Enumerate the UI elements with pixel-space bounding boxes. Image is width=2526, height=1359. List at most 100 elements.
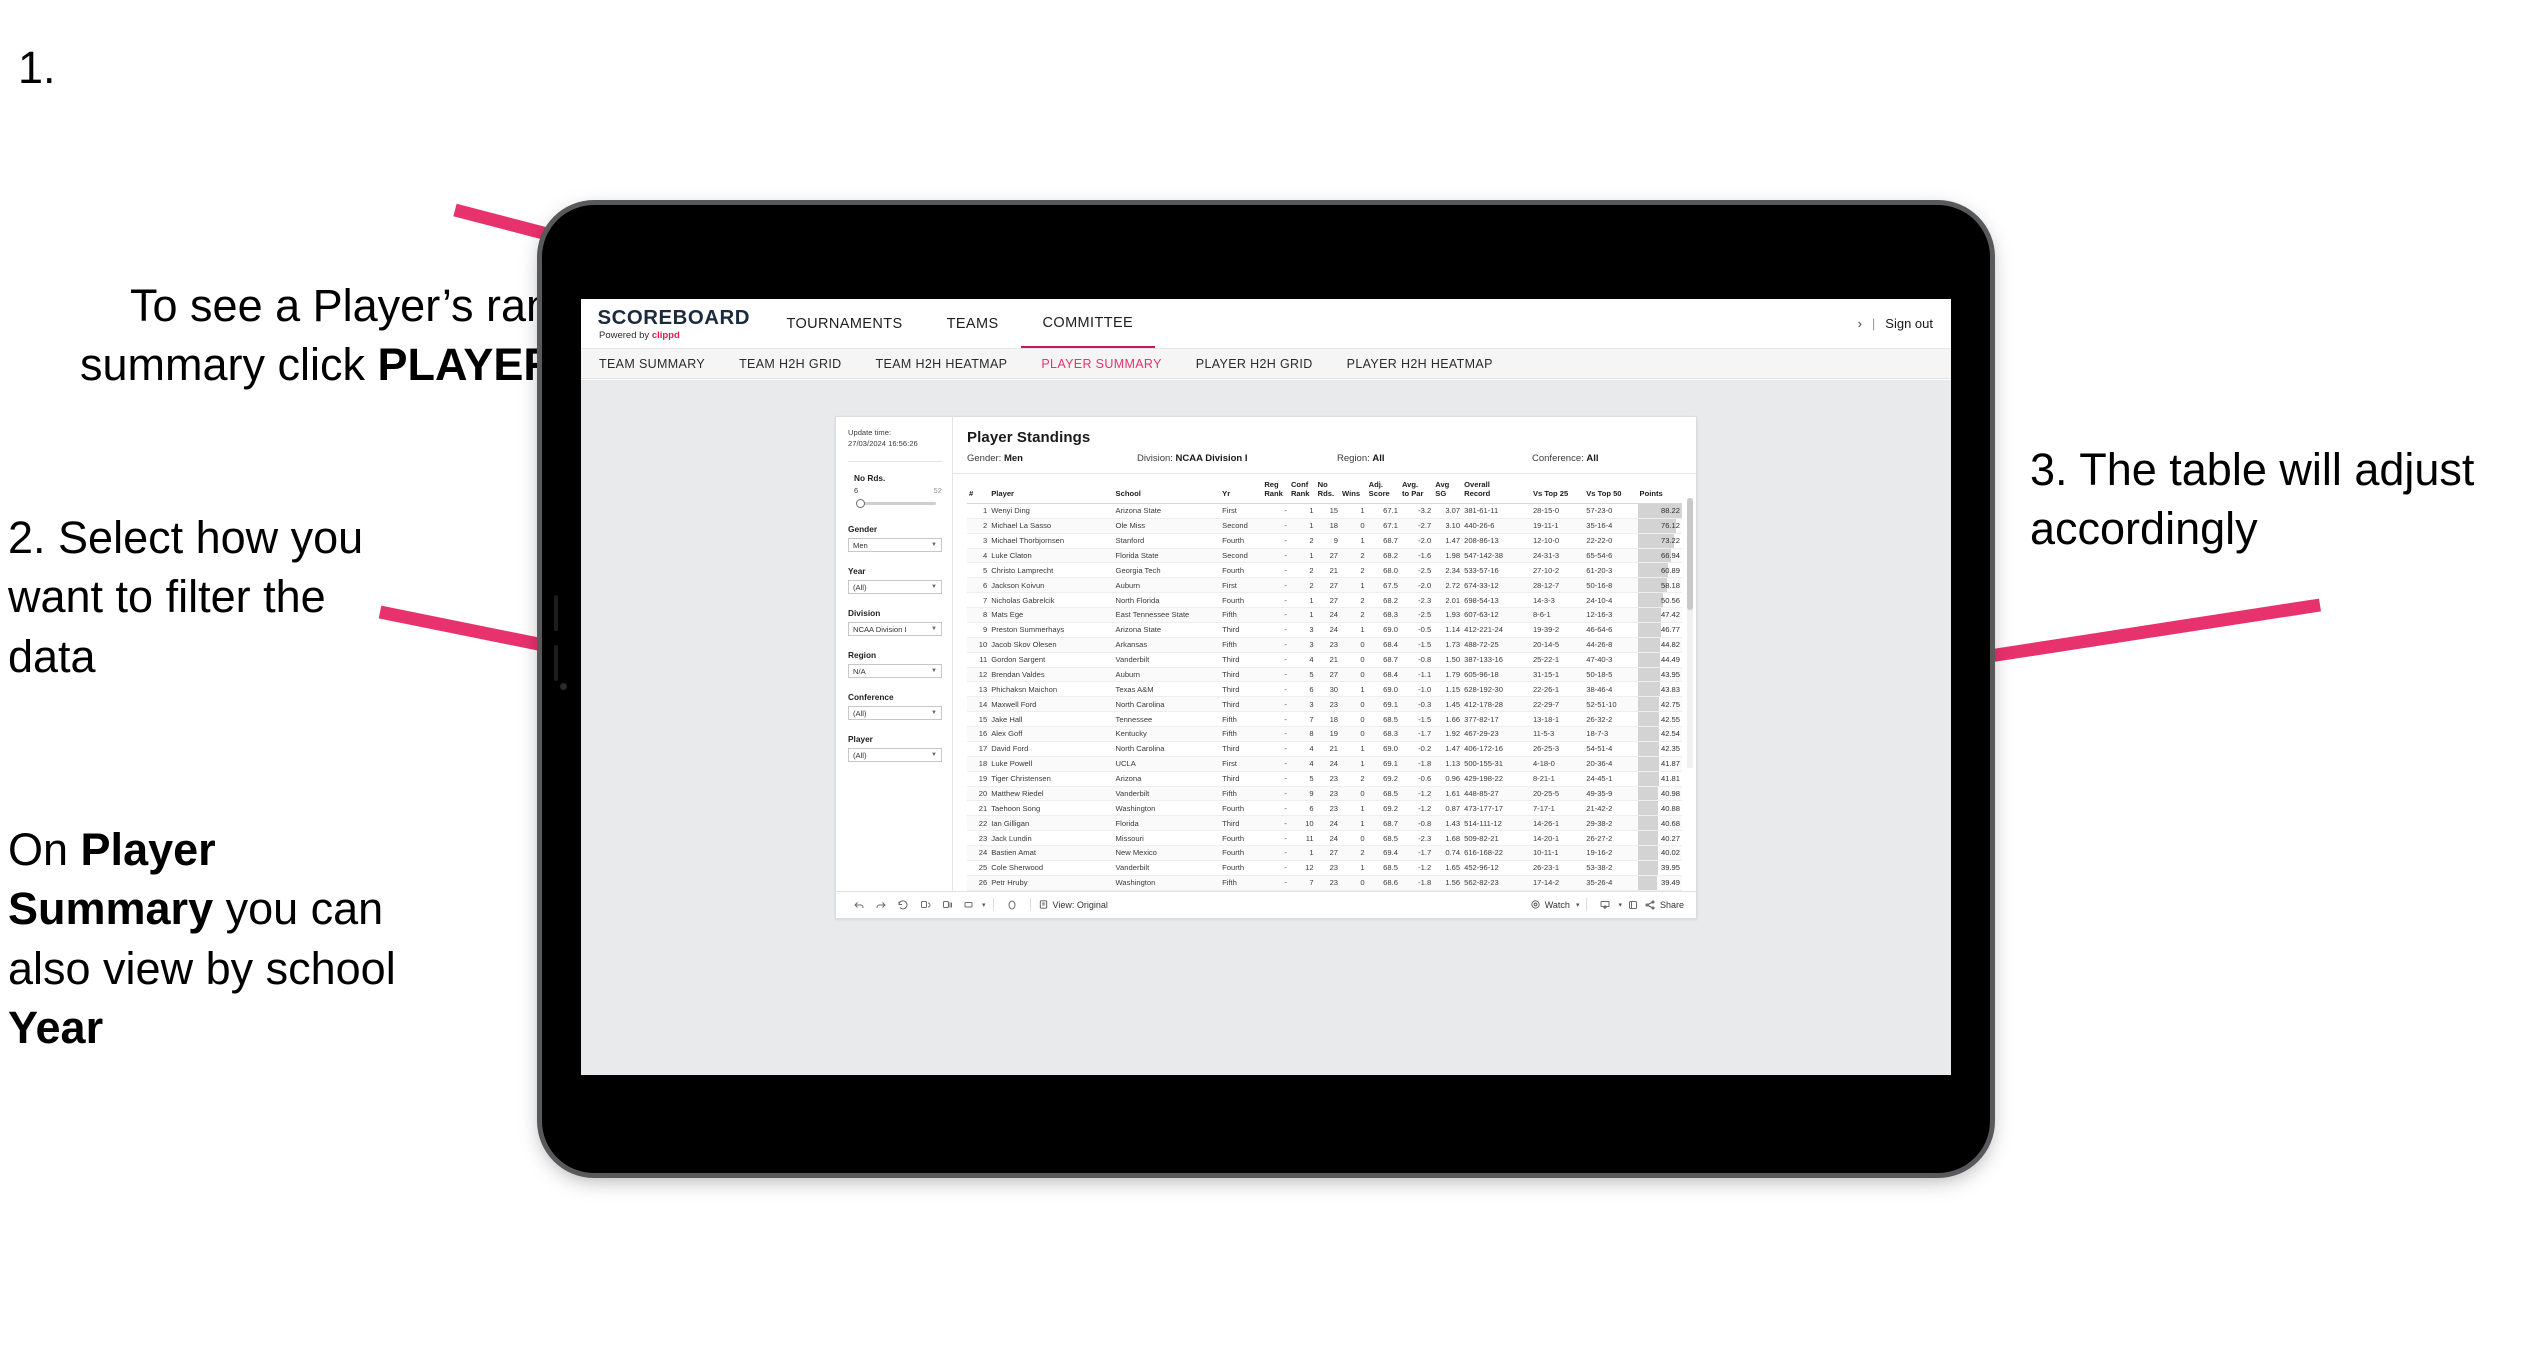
revert-icon[interactable]	[892, 895, 914, 915]
nav-teams[interactable]: TEAMS	[925, 299, 1021, 348]
col-header-avg-sg[interactable]: Avg SG	[1433, 474, 1463, 504]
cell-wins: 1	[1340, 741, 1367, 757]
col-header-conf-rank[interactable]: Conf Rank	[1288, 474, 1316, 504]
watch-button[interactable]: Watch ▾	[1530, 899, 1580, 910]
table-row[interactable]: 6 Jackson Koivun Auburn First -2 27 1 67.5 -2.0 2…	[967, 577, 1682, 594]
table-scrollbar[interactable]	[1687, 498, 1693, 768]
undo-icon[interactable]	[848, 895, 870, 915]
col-header-no-rds[interactable]: No Rds.	[1315, 474, 1341, 504]
cell-overall-record: 452-96-12	[1462, 860, 1531, 876]
filter-year-select[interactable]: (All) ▼	[848, 580, 942, 594]
col-header-reg-rank[interactable]: Reg Rank	[1262, 474, 1289, 504]
cell-no-rds: 21	[1315, 652, 1341, 668]
cell-no-rds: 30	[1315, 681, 1341, 698]
table-row[interactable]: 25 Cole Sherwood Vanderbilt Fourth -12 23 1 68.…	[967, 860, 1682, 876]
table-row[interactable]: 20 Matthew Riedel Vanderbilt Fifth -9 23 0 68.5…	[967, 786, 1682, 802]
cell-adj-score: 68.7	[1366, 815, 1400, 832]
redo-icon[interactable]	[870, 895, 892, 915]
col-header-overall-record[interactable]: Overall Record	[1462, 474, 1531, 504]
sign-out-link[interactable]: Sign out	[1885, 316, 1933, 331]
points-bar	[1637, 637, 1661, 652]
filter-gender-select[interactable]: Men ▼	[848, 538, 942, 552]
annotation-step-3-bold-2: Year	[8, 1002, 104, 1054]
tab-player-summary[interactable]: PLAYER SUMMARY	[1041, 357, 1181, 371]
cell-: 11	[967, 652, 990, 668]
table-row[interactable]: 15 Jake Hall Tennessee Fifth -7 18 0 68.5 -1.5 1.…	[967, 711, 1682, 728]
cell-points: 46.77	[1637, 622, 1682, 638]
view-original-button[interactable]: View: Original	[1038, 899, 1108, 910]
table-row[interactable]: 17 David Ford North Carolina Third -4 21 1 69.0…	[967, 741, 1682, 757]
col-header-[interactable]: #	[967, 474, 990, 504]
slider-track[interactable]	[854, 498, 942, 508]
table-row[interactable]: 13 Phichaksn Maichon Texas A&M Third -6 30 1 69…	[967, 681, 1682, 698]
filter-conference-select[interactable]: (All) ▼	[848, 706, 942, 720]
table-row[interactable]: 14 Maxwell Ford North Carolina Third -3 23 0 69…	[967, 696, 1682, 713]
col-header-vs-top-25[interactable]: Vs Top 25	[1530, 474, 1585, 504]
table-row[interactable]: 1 Wenyi Ding Arizona State First -1 15 1 67.1 -3…	[967, 503, 1682, 519]
col-header-yr[interactable]: Yr	[1220, 474, 1263, 504]
col-header-adj-score[interactable]: Adj. Score	[1366, 474, 1400, 504]
table-row[interactable]: 9 Preston Summerhays Arizona State Third -3 2…	[967, 622, 1682, 638]
cell-player: David Ford	[989, 741, 1114, 757]
col-header-player[interactable]: Player	[989, 474, 1114, 504]
table-row[interactable]: 2 Michael La Sasso Ole Miss Second -1 18 0 67.1…	[967, 518, 1682, 534]
cell-yr: Fourth	[1220, 860, 1263, 876]
highlight-icon[interactable]	[1001, 895, 1023, 915]
filter-player-select[interactable]: (All) ▼	[848, 748, 942, 762]
table-row[interactable]: 4 Luke Claton Florida State Second -1 27 2 68.2…	[967, 548, 1682, 564]
table-row[interactable]: 11 Gordon Sargent Vanderbilt Third -4 21 0 68.7…	[967, 652, 1682, 668]
tab-team-h2h-grid[interactable]: TEAM H2H GRID	[739, 357, 861, 371]
share-button[interactable]: Share	[1644, 899, 1684, 911]
cell-adj-score: 68.4	[1366, 637, 1400, 653]
download-icon[interactable]	[1594, 895, 1616, 915]
table-row[interactable]: 10 Jacob Skov Olesen Arkansas Fifth -3 23 0 68.…	[967, 637, 1682, 653]
cell-adj-score: 69.0	[1366, 622, 1400, 638]
filter-region-select[interactable]: N/A ▼	[848, 664, 942, 678]
table-row[interactable]: 22 Ian Gilligan Florida Third -10 24 1 68.7 -0.8…	[967, 815, 1682, 832]
table-row[interactable]: 5 Christo Lamprecht Georgia Tech Fourth -2 21…	[967, 562, 1682, 579]
cell-wins: 1	[1340, 756, 1367, 772]
chevron-down-icon[interactable]: ▾	[982, 901, 986, 909]
table-row[interactable]: 18 Luke Powell UCLA First -4 24 1 69.1 -1.8 1.13 5…	[967, 756, 1682, 772]
cell-points: 42.54	[1637, 726, 1682, 742]
tab-player-h2h-heatmap[interactable]: PLAYER H2H HEATMAP	[1347, 357, 1513, 371]
nav-committee[interactable]: COMMITTEE	[1020, 299, 1156, 348]
col-header-wins[interactable]: Wins	[1340, 474, 1367, 504]
col-header-school[interactable]: School	[1113, 474, 1221, 504]
col-header-avg-to-par[interactable]: Avg. to Par	[1399, 474, 1434, 504]
table-row[interactable]: 24 Bastien Amat New Mexico Fourth -1 27 2 69.4-…	[967, 845, 1682, 861]
col-header-points[interactable]: Points	[1637, 474, 1682, 504]
pause-icon[interactable]	[936, 895, 958, 915]
table-row[interactable]: 21 Taehoon Song Washington Fourth -6 23 1 69.2-…	[967, 800, 1682, 817]
chevron-right-icon[interactable]: ›	[1858, 316, 1862, 331]
chevron-down-icon[interactable]: ▾	[1576, 901, 1580, 909]
table-row[interactable]: 3 Michael Thorbjornsen Stanford Fourth -2 9 1 6…	[967, 533, 1682, 549]
table-row[interactable]: 19 Tiger Christensen Arizona Third -5 23 2 69.2…	[967, 771, 1682, 787]
refresh-icon[interactable]	[914, 895, 936, 915]
summary-division: Division: NCAA Division I	[1137, 453, 1337, 464]
table-row[interactable]: 8 Mats Ege East Tennessee State Fifth -1 24 2 6…	[967, 607, 1682, 623]
tab-player-h2h-grid[interactable]: PLAYER H2H GRID	[1196, 357, 1333, 371]
rectangle-select-icon[interactable]	[958, 895, 980, 915]
table-row[interactable]: 26 Petr Hruby Washington Fifth -7 23 0 68.6 -1.8…	[967, 875, 1682, 891]
chevron-down-icon: ▼	[931, 626, 937, 632]
col-header-vs-top-50[interactable]: Vs Top 50	[1584, 474, 1638, 504]
points-bar	[1637, 831, 1658, 845]
slider-handle[interactable]	[856, 498, 865, 508]
points-value: 41.87	[1660, 759, 1680, 769]
table-row[interactable]: 7 Nicholas Gabrelcik North Florida Fourth -1…	[967, 592, 1682, 609]
tab-team-h2h-heatmap[interactable]: TEAM H2H HEATMAP	[876, 357, 1028, 371]
table-row[interactable]: 16 Alex Goff Kentucky Fifth -8 19 0 68.3 -1.7 1.9…	[967, 726, 1682, 742]
nav-tournaments[interactable]: TOURNAMENTS	[764, 299, 924, 348]
fullscreen-icon[interactable]	[1622, 895, 1644, 915]
table-row[interactable]: 23 Jack Lundin Missouri Fourth -11 24 0 68.5 -2.…	[967, 830, 1682, 847]
cell-conf-rank: 11	[1288, 830, 1316, 847]
cell-reg-rank: -	[1262, 756, 1289, 772]
cell-reg-rank: -	[1262, 845, 1289, 861]
table-row[interactable]: 12 Brendan Valdes Auburn Third -5 27 0 68.4 -1.1…	[967, 667, 1682, 683]
annotation-step-2: 2. Select how you want to filter the dat…	[8, 512, 376, 682]
filter-division-select[interactable]: NCAA Division I ▼	[848, 622, 942, 636]
scrollbar-thumb[interactable]	[1687, 498, 1693, 610]
cell-adj-score: 69.0	[1366, 681, 1400, 698]
tab-team-summary[interactable]: TEAM SUMMARY	[599, 357, 725, 371]
